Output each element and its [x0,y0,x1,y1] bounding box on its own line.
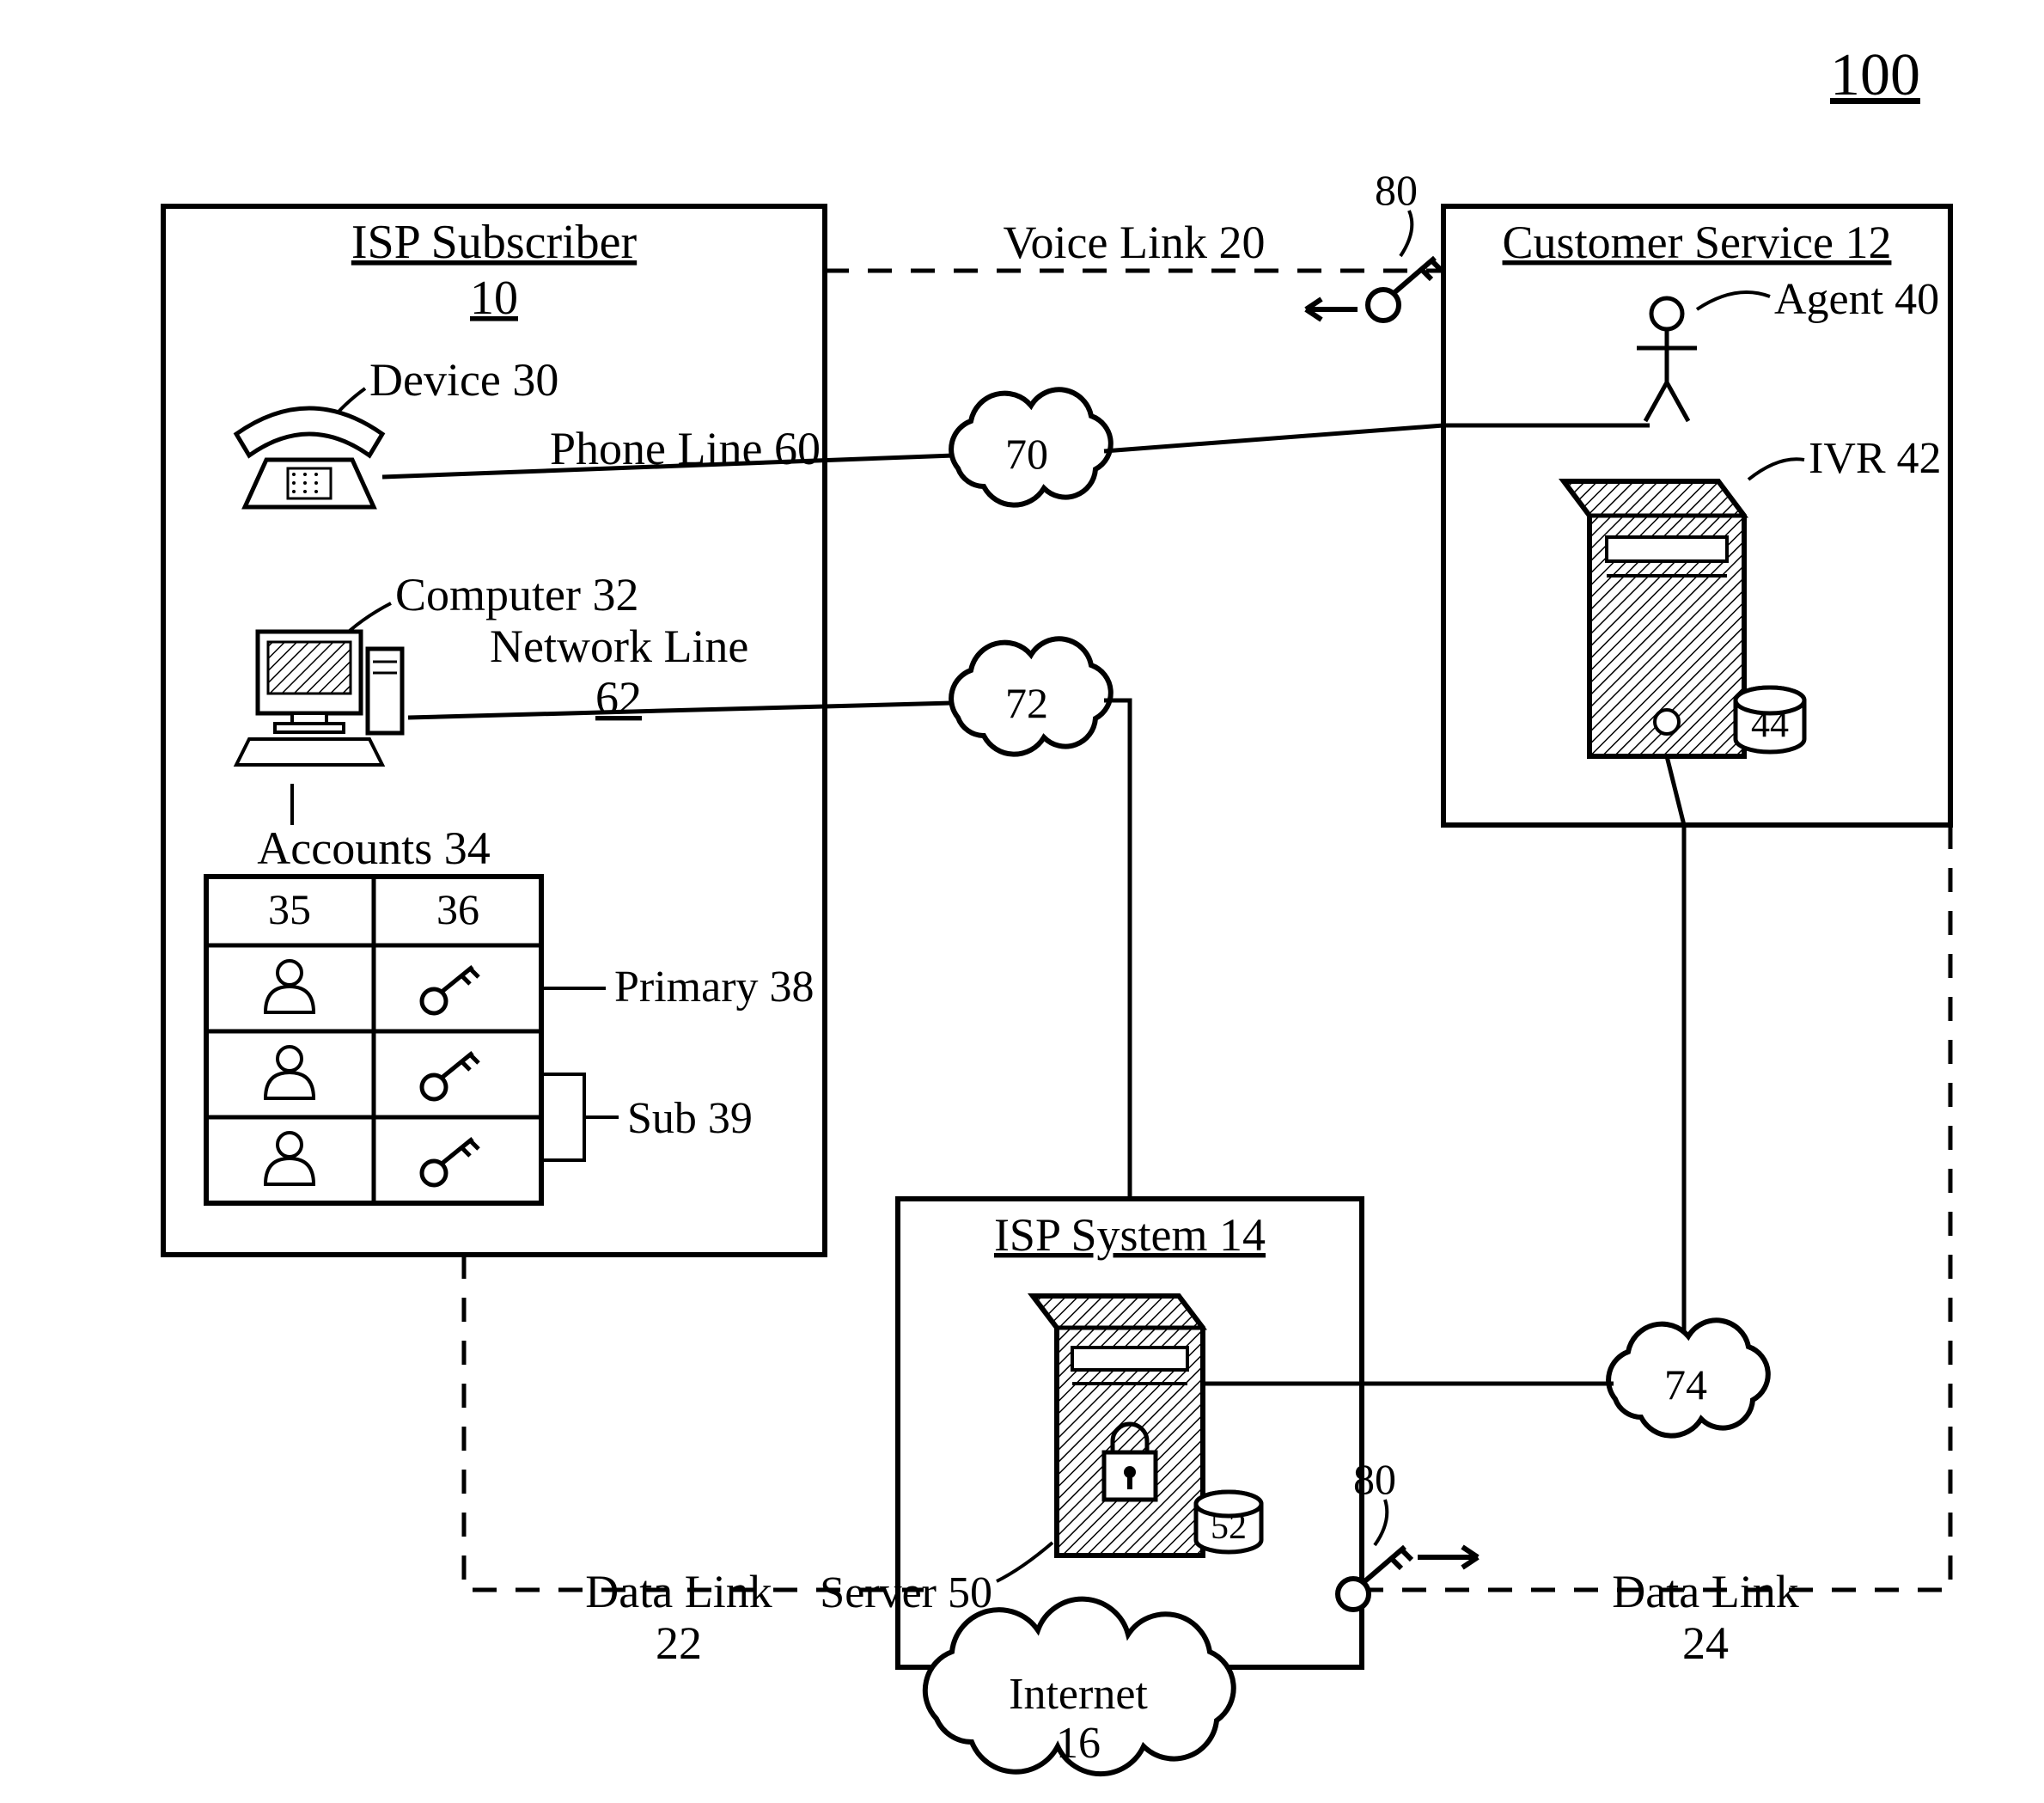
key-80-bottom-label: 80 [1353,1455,1396,1503]
person-icon-row1 [265,961,314,1012]
computer-label: Computer 32 [395,569,638,620]
agent-leader [1697,292,1770,309]
person-icon-row3 [265,1133,314,1184]
data-link-24-a: Data Link [1612,1566,1798,1617]
cloud-74: 74 [1608,1320,1768,1435]
data-link-22-a: Data Link [585,1566,772,1617]
accounts-col-36: 36 [436,885,479,933]
customer-service-box: Customer Service 12 Agent 40 44 [1443,206,1950,825]
diagram-root: 100 ISP Subscriber 10 Device 30 Phone Li… [0,0,2044,1803]
key-80-bottom-leader [1375,1500,1387,1545]
agent-label: Agent 40 [1774,275,1939,324]
data-link-24-line [1362,825,1950,1590]
cloud-70: 70 [951,389,1111,504]
subscriber-title: ISP Subscriber [351,216,638,269]
telephone-icon [236,408,382,507]
cloud-72: 72 [951,639,1111,754]
person-icon-row2 [265,1047,314,1098]
cloud-72-label: 72 [1005,679,1048,727]
ivr-label: IVR 42 [1809,434,1942,483]
key-icon-row2 [422,1053,479,1099]
link-cloud70-to-cs-a [1104,425,1443,451]
server50-icon: 52 [1033,1296,1261,1555]
agent-icon [1637,298,1697,421]
db52-label: 52 [1211,1507,1247,1547]
key-80-top-arrow [1306,299,1358,320]
internet-label-b: 16 [1056,1719,1101,1768]
server-leader [997,1543,1053,1581]
isp-system-box: ISP System 14 52 Server 50 [820,1199,1362,1667]
network-line-label-b: 62 [595,672,642,724]
db44-label: 44 [1751,703,1789,745]
key-80-top-leader [1400,211,1412,256]
accounts-table: 35 36 [206,877,541,1203]
accounts-col-35: 35 [268,885,311,933]
figure-number: 100 [1830,42,1920,108]
key-80-top-label: 80 [1375,166,1418,214]
voice-link-label: Voice Link 20 [1004,217,1266,268]
primary-label: Primary 38 [614,963,815,1012]
customer-service-title: Customer Service 12 [1503,217,1892,268]
ivr-server-icon: 44 [1564,481,1804,756]
key-icon-row3 [422,1139,479,1185]
data-link-22-line [464,1255,924,1590]
key-80-bottom-icon [1338,1547,1412,1610]
sub-bracket [541,1074,619,1160]
data-link-24-b: 24 [1682,1617,1729,1669]
data-link-22-b: 22 [656,1617,702,1669]
internet-label-a: Internet [1009,1670,1148,1719]
isp-subscriber-box: ISP Subscriber 10 Device 30 Phone Line 6… [163,206,825,1255]
subscriber-number: 10 [470,272,518,325]
isp-system-title: ISP System 14 [994,1209,1266,1261]
internet-cloud: Internet 16 [925,1599,1234,1774]
key-80-bottom-arrow [1418,1547,1478,1568]
sub-label: Sub 39 [627,1094,753,1143]
network-line-label-a: Network Line [490,620,748,672]
cloud-74-label: 74 [1664,1360,1707,1409]
link-computer-to-cloud72 [408,703,952,718]
link-cloud72-to-isp [1104,700,1130,1199]
accounts-label: Accounts 34 [257,822,490,874]
device-label: Device 30 [369,354,558,406]
key-80-top-icon [1368,258,1442,321]
cloud-70-label: 70 [1005,430,1048,478]
server-label: Server 50 [820,1568,992,1617]
computer-icon [236,632,402,765]
key-icon-row1 [422,967,479,1013]
ivr-leader [1748,459,1804,480]
link-ivr-to-cloud74 [1667,756,1684,1330]
